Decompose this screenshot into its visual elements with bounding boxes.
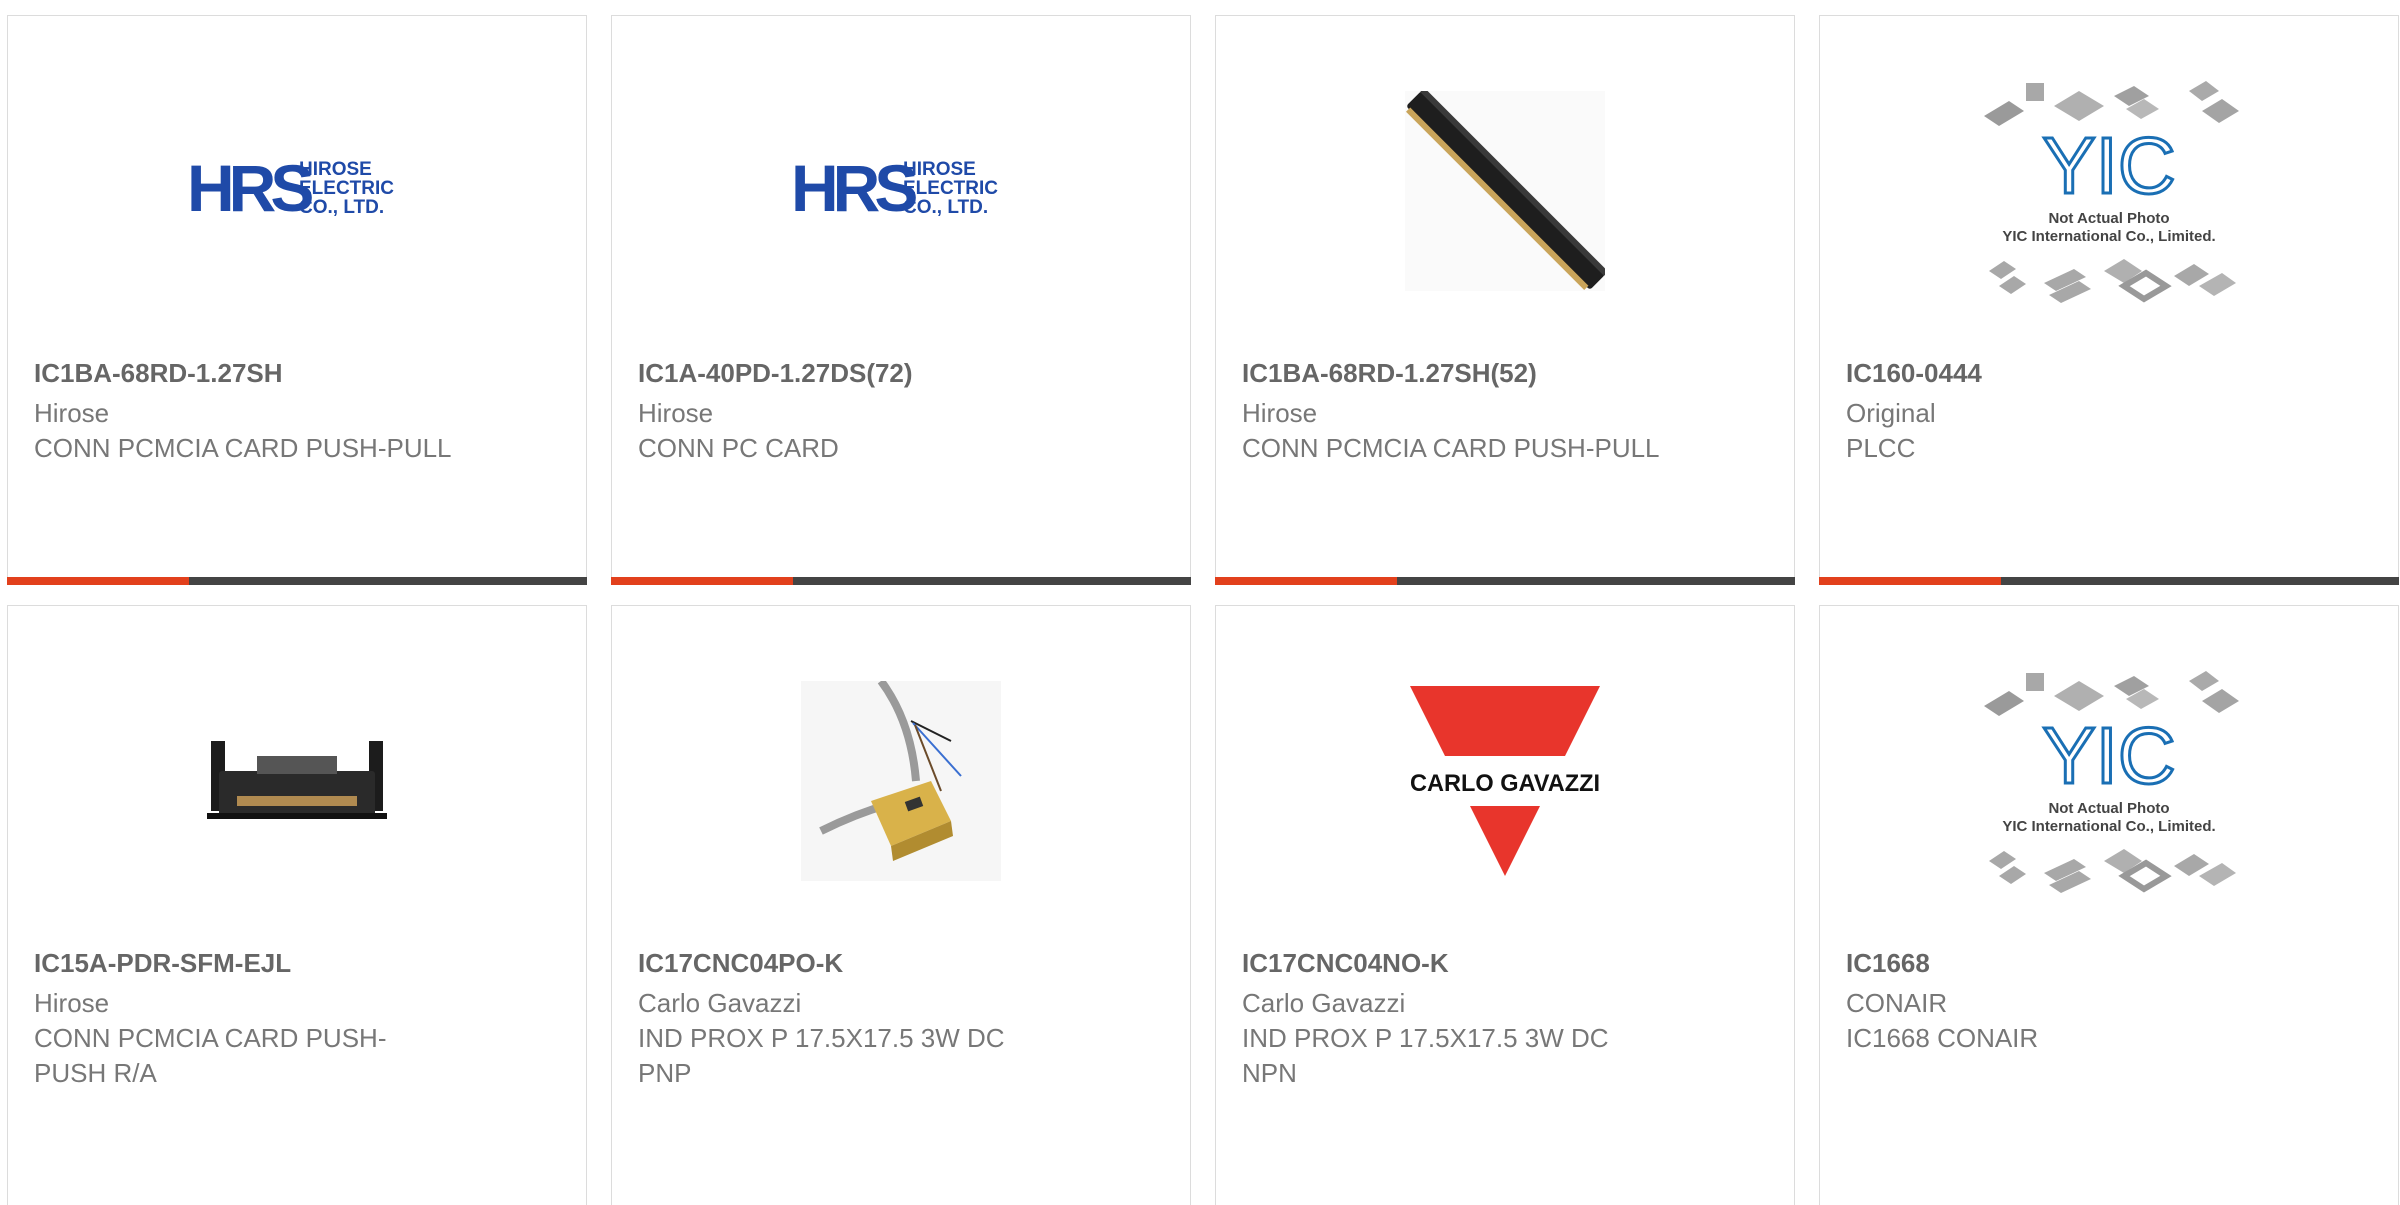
svg-text:HRS: HRS: [187, 151, 312, 225]
part-number[interactable]: IC1BA-68RD-1.27SH(52): [1242, 356, 1537, 390]
manufacturer: Hirose: [1242, 398, 1318, 428]
product-image-not-actual-photo[interactable]: YIC Not Actual Photo YIC International C…: [1820, 636, 2398, 926]
connector-photo-icon: [1405, 91, 1605, 291]
svg-text:CO., LTD.: CO., LTD.: [299, 197, 384, 218]
product-image-hirose-logo[interactable]: HRS HIROSE ELECTRIC CO., LTD.: [8, 46, 586, 336]
manufacturer: Hirose: [34, 398, 110, 428]
prox-sensor-photo-icon: [801, 681, 1001, 881]
description: CONN PC CARD: [638, 433, 839, 463]
svg-text:YIC International Co., Limited: YIC International Co., Limited.: [2002, 228, 2215, 245]
part-number[interactable]: IC17CNC04NO-K: [1242, 946, 1449, 980]
product-image-pcmcia-header-photo[interactable]: [8, 636, 586, 926]
manufacturer: Hirose: [34, 988, 110, 1018]
description: CONN PCMCIA CARD PUSH-PULL: [1242, 433, 1660, 463]
card-underline-accent: [7, 577, 189, 585]
product-card[interactable]: YIC Not Actual Photo YIC International C…: [1819, 15, 2399, 585]
carlo-gavazzi-logo-icon: CARLO GAVAZZI: [1405, 686, 1605, 876]
svg-text:HIROSE: HIROSE: [903, 159, 976, 180]
part-number[interactable]: IC1668: [1846, 946, 1930, 980]
card-underline-accent: [1215, 577, 1397, 585]
product-card[interactable]: IC1BA-68RD-1.27SH(52) Hirose CONN PCMCIA…: [1215, 15, 1795, 585]
product-card[interactable]: HRS HIROSE ELECTRIC CO., LTD. IC1BA-68RD…: [7, 15, 587, 585]
description: CONN PCMCIA CARD PUSH-PULL: [34, 433, 452, 463]
card-underline: [1215, 577, 1795, 585]
svg-text:Not Actual Photo: Not Actual Photo: [2048, 800, 2169, 817]
product-image-connector-photo[interactable]: [1216, 46, 1794, 336]
pcmcia-header-photo-icon: [207, 741, 387, 819]
svg-text:YIC: YIC: [2042, 711, 2175, 800]
manufacturer: Original: [1846, 398, 1936, 428]
product-image-not-actual-photo[interactable]: YIC Not Actual Photo YIC International C…: [1820, 46, 2398, 336]
description: IC1668 CONAIR: [1846, 1023, 2039, 1053]
manufacturer: Carlo Gavazzi: [638, 988, 802, 1018]
description: IND PROX P 17.5X17.5 3W DC NPN: [1242, 1023, 1609, 1088]
card-underline-accent: [1819, 577, 2001, 585]
product-image-prox-sensor-photo[interactable]: [612, 636, 1190, 926]
product-card[interactable]: CARLO GAVAZZI IC17CNC04NO-K Carlo Gavazz…: [1215, 605, 1795, 1205]
product-card[interactable]: YIC Not Actual Photo YIC International C…: [1819, 605, 2399, 1205]
svg-text:Not Actual Photo: Not Actual Photo: [2048, 210, 2169, 227]
svg-text:CARLO GAVAZZI: CARLO GAVAZZI: [1410, 770, 1600, 797]
card-underline: [611, 577, 1191, 585]
manufacturer: Carlo Gavazzi: [1242, 988, 1406, 1018]
svg-text:ELECTRIC: ELECTRIC: [299, 178, 394, 199]
product-card[interactable]: IC15A-PDR-SFM-EJL Hirose CONN PCMCIA CAR…: [7, 605, 587, 1205]
card-underline: [1819, 577, 2399, 585]
not-actual-photo-icon: YIC Not Actual Photo YIC International C…: [1984, 81, 2239, 303]
part-number[interactable]: IC1BA-68RD-1.27SH: [34, 356, 283, 390]
manufacturer: Hirose: [638, 398, 714, 428]
product-image-carlo-gavazzi-logo[interactable]: CARLO GAVAZZI: [1216, 636, 1794, 926]
svg-text:YIC: YIC: [2042, 121, 2175, 210]
svg-text:HIROSE: HIROSE: [299, 159, 372, 180]
description: CONN PCMCIA CARD PUSH-PUSH R/A: [34, 1023, 387, 1088]
hirose-logo-icon: HRS HIROSE ELECTRIC CO., LTD.: [791, 151, 998, 225]
product-image-hirose-logo[interactable]: HRS HIROSE ELECTRIC CO., LTD.: [612, 46, 1190, 336]
product-grid: HRS HIROSE ELECTRIC CO., LTD. IC1BA-68RD…: [0, 0, 2400, 1205]
card-underline: [7, 577, 587, 585]
svg-text:YIC International Co., Limited: YIC International Co., Limited.: [2002, 818, 2215, 835]
part-number[interactable]: IC1A-40PD-1.27DS(72): [638, 356, 913, 390]
product-card[interactable]: HRS HIROSE ELECTRIC CO., LTD. IC1A-40PD-…: [611, 15, 1191, 585]
description: PLCC: [1846, 433, 1916, 463]
part-number[interactable]: IC17CNC04PO-K: [638, 946, 843, 980]
not-actual-photo-icon: YIC Not Actual Photo YIC International C…: [1984, 671, 2239, 893]
svg-text:CO., LTD.: CO., LTD.: [903, 197, 988, 218]
svg-text:HRS: HRS: [791, 151, 916, 225]
product-card[interactable]: IC17CNC04PO-K Carlo Gavazzi IND PROX P 1…: [611, 605, 1191, 1205]
part-number[interactable]: IC15A-PDR-SFM-EJL: [34, 946, 291, 980]
manufacturer: CONAIR: [1846, 988, 1948, 1018]
hirose-logo-icon: HRS HIROSE ELECTRIC CO., LTD.: [187, 151, 394, 225]
svg-text:ELECTRIC: ELECTRIC: [903, 178, 998, 199]
part-number[interactable]: IC160-0444: [1846, 356, 1982, 390]
description: IND PROX P 17.5X17.5 3W DC PNP: [638, 1023, 1005, 1088]
card-underline-accent: [611, 577, 793, 585]
